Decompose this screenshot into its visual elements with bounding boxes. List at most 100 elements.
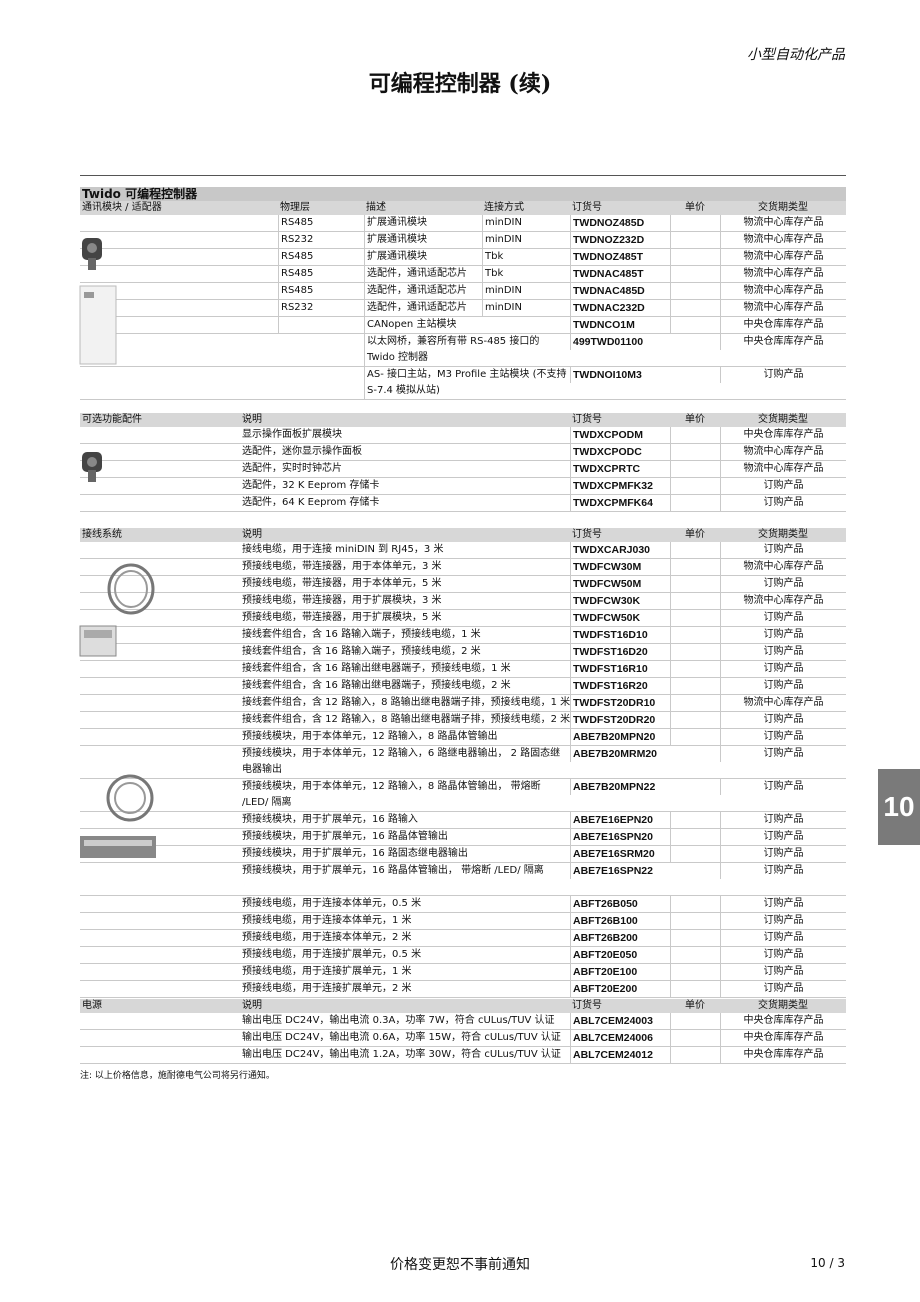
section-title: Twido 可编程控制器 [80, 187, 846, 201]
comm-table-body: RS485 扩展通讯模块 minDIN TWDNOZ485D 物流中心库存产品 RS232… [80, 215, 846, 400]
reference-cell: ABFT26B050 [570, 896, 670, 912]
reference-cell: TWDFCW50M [570, 576, 670, 592]
reference-cell: TWDXCARJ030 [570, 542, 670, 558]
lead-time-cell: 订购产品 [720, 678, 846, 694]
wiring-section: 接线系统 说明 订货号 单价 交货期类型 接线电缆，用于连接 miniDIN 到… [80, 528, 846, 998]
price-cell [670, 1030, 720, 1046]
description-cell: 接线套件组合，含 12 路输入，8 路输出继电器端子排，预接线电缆，2 米 [242, 714, 570, 725]
col-header: 描述 [366, 202, 386, 213]
lead-time-cell: 订购产品 [720, 367, 846, 383]
table-row: 预接线模块，用于本体单元，12 路输入，8 路晶体管输出， 带熔断 /LED/ … [80, 779, 846, 812]
table-row: 输出电压 DC24V，输出电流 0.3A，功率 7W，符合 cULus/TUV … [80, 1013, 846, 1030]
lead-time-cell: 中央仓库库存产品 [720, 334, 846, 350]
description-cell: 预接线模块，用于本体单元，12 路输入，6 路继电器输出， 2 路固态继电器输出 [242, 748, 561, 775]
price-cell [670, 947, 720, 963]
connection-cell: Tbk [482, 266, 570, 282]
physical-layer-cell: RS232 [278, 300, 364, 316]
table-row: 预接线电缆，带连接器，用于本体单元，3 米 TWDFCW30M 物流中心库存产品 [80, 559, 846, 576]
table-row: 接线套件组合，含 16 路输入端子，预接线电缆，2 米 TWDFST16D20 订购… [80, 644, 846, 661]
description-cell: 接线电缆，用于连接 miniDIN 到 RJ45，3 米 [242, 544, 444, 555]
lead-time-cell: 物流中心库存产品 [720, 232, 846, 248]
price-cell [670, 846, 720, 862]
image-cell [80, 981, 240, 997]
physical-layer-cell: RS485 [278, 283, 364, 299]
reference-cell: ABE7E16SRM20 [570, 846, 670, 862]
col-header: 单价 [685, 202, 705, 213]
lead-time-cell: 中央仓库库存产品 [720, 1047, 846, 1063]
description-cell: 接线套件组合，含 16 路输入端子，预接线电缆，2 米 [242, 646, 481, 657]
image-cell [80, 427, 240, 443]
col-header: 可选功能配件 [82, 414, 142, 425]
image-cell [80, 947, 240, 963]
lead-time-cell: 订购产品 [720, 846, 846, 862]
col-header: 单价 [685, 529, 705, 540]
reference-cell: ABE7B20MPN22 [570, 779, 670, 795]
lead-time-cell: 订购产品 [720, 863, 846, 879]
image-cell [80, 1047, 240, 1063]
lead-time-cell: 中央仓库库存产品 [720, 1030, 846, 1046]
col-header: 连接方式 [484, 202, 524, 213]
reference-cell: TWDFST16D10 [570, 627, 670, 643]
price-cell [670, 661, 720, 677]
lead-time-cell: 订购产品 [720, 981, 846, 997]
image-cell [80, 215, 278, 231]
description-cell: 以太网桥，兼容所有带 RS-485 接口的 Twido 控制器 [364, 334, 570, 366]
comm-header-row: 通讯模块 / 适配器 物理层 描述 连接方式 订货号 单价 交货期类型 [80, 201, 846, 215]
col-header: 订货号 [572, 1000, 602, 1011]
price-cell [670, 593, 720, 609]
price-cell [670, 266, 720, 282]
price-cell [670, 283, 720, 299]
description-cell: 选配件，通讯适配芯片 [364, 283, 482, 299]
reference-cell: ABFT26B100 [570, 913, 670, 929]
lead-time-cell: 订购产品 [720, 729, 846, 745]
col-header: 订货号 [572, 202, 602, 213]
reference-cell: TWDNOZ485T [570, 249, 670, 265]
price-cell [670, 427, 720, 443]
description-cell: 选配件，实时时钟芯片 [242, 463, 342, 474]
top-divider [80, 175, 846, 176]
lead-time-cell: 订购产品 [720, 712, 846, 728]
table-row: 选配件，32 K Eeprom 存储卡 TWDXCPMFK32 订购产品 [80, 478, 846, 495]
physical-layer-cell: RS232 [278, 232, 364, 248]
image-cell [80, 249, 278, 265]
reference-cell: ABE7B20MPN20 [570, 729, 670, 745]
price-cell [670, 1013, 720, 1029]
image-cell [80, 729, 240, 745]
description-cell: 输出电压 DC24V，输出电流 1.2A，功率 30W，符合 cULus/TUV… [242, 1049, 561, 1060]
col-header: 交货期类型 [758, 414, 808, 425]
reference-cell: TWDFST16R10 [570, 661, 670, 677]
lead-time-cell: 订购产品 [720, 542, 846, 558]
image-cell [80, 896, 240, 912]
description-cell: 扩展通讯模块 [364, 249, 482, 265]
lead-time-cell: 中央仓库库存产品 [720, 1013, 846, 1029]
col-header: 订货号 [572, 529, 602, 540]
table-row: 接线套件组合，含 12 路输入，8 路输出继电器端子排，预接线电缆，1 米 TWD… [80, 695, 846, 712]
col-header: 通讯模块 / 适配器 [82, 202, 162, 213]
connection-cell: minDIN [482, 232, 570, 248]
image-cell [80, 930, 240, 946]
reference-cell: TWDXCPMFK32 [570, 478, 670, 494]
description-cell: 扩展通讯模块 [364, 232, 482, 248]
price-cell [670, 678, 720, 694]
reference-cell: ABFT20E100 [570, 964, 670, 980]
image-cell [80, 964, 240, 980]
table-row: RS232 选配件，通讯适配芯片 minDIN TWDNAC232D 物流中心库存产品 [80, 300, 846, 317]
table-row: 接线套件组合，含 16 路输出继电器端子，预接线电缆，1 米 TWDFST16R1… [80, 661, 846, 678]
description-cell: 输出电压 DC24V，输出电流 0.3A，功率 7W，符合 cULus/TUV … [242, 1015, 555, 1026]
col-header: 接线系统 [82, 529, 122, 540]
physical-layer-cell [278, 317, 364, 333]
description-cell: 预接线电缆，用于连接本体单元，0.5 米 [242, 898, 422, 909]
table-row: 选配件，实时时钟芯片 TWDXCPRTC 物流中心库存产品 [80, 461, 846, 478]
description-cell: 接线套件组合，含 12 路输入，8 路输出继电器端子排，预接线电缆，1 米 [242, 697, 570, 708]
table-row: 预接线模块，用于本体单元，12 路输入，6 路继电器输出， 2 路固态继电器输出… [80, 746, 846, 779]
lead-time-cell: 物流中心库存产品 [720, 283, 846, 299]
lead-time-cell: 物流中心库存产品 [720, 461, 846, 477]
price-cell [670, 300, 720, 316]
lead-time-cell: 物流中心库存产品 [720, 695, 846, 711]
description-cell: 预接线电缆，用于连接扩展单元，1 米 [242, 966, 412, 977]
table-row: 预接线电缆，带连接器，用于扩展模块，5 米 TWDFCW50K 订购产品 [80, 610, 846, 627]
footer-notice: 价格变更恕不事前通知 [390, 1257, 530, 1273]
table-row: 预接线模块，用于扩展单元，16 路固态继电器输出 ABE7E16SRM20 订购产品 [80, 846, 846, 863]
description-cell: CANopen 主站模块 [364, 317, 570, 333]
description-cell: 预接线模块，用于扩展单元，16 路输入 [242, 814, 418, 825]
